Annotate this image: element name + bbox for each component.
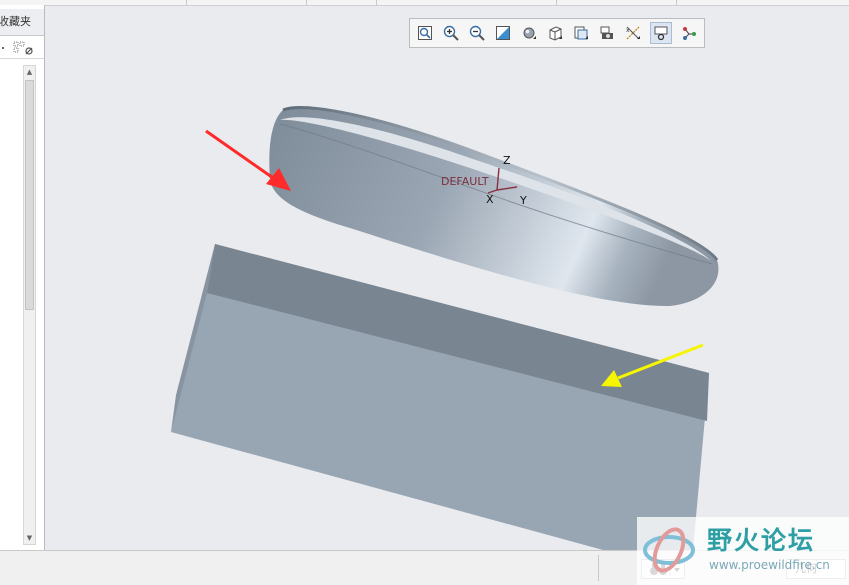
vertical-scrollbar[interactable]: ▲ ▼ [23, 65, 36, 545]
svg-text:x: x [626, 27, 630, 34]
scroll-down-icon[interactable]: ▼ [24, 532, 35, 544]
watermark-url: www.proewildfire.cn [709, 558, 830, 572]
annotation-display-icon[interactable] [650, 22, 672, 44]
watermark-title: 野火论坛 [707, 526, 816, 555]
zoom-in-icon[interactable] [440, 22, 462, 44]
view-manager-icon[interactable] [570, 22, 592, 44]
watermark-logo [643, 527, 695, 573]
panel-toolbar [0, 36, 44, 59]
datum-display-filters-icon[interactable]: x [622, 22, 644, 44]
model-canvas: DEFAULT Z X Y [171, 106, 719, 550]
spin-center-icon[interactable] [678, 22, 700, 44]
settings-icon[interactable] [0, 36, 44, 58]
forum-watermark: 野火论坛 www.proewildfire.cn [637, 517, 849, 585]
strip-divider [186, 0, 187, 5]
perspective-view-icon[interactable] [596, 22, 618, 44]
saved-orientations-icon[interactable] [544, 22, 566, 44]
display-style-icon[interactable] [518, 22, 540, 44]
repaint-icon[interactable] [492, 22, 514, 44]
refit-icon[interactable] [414, 22, 436, 44]
favorites-tab[interactable]: 收藏夹 [0, 9, 44, 36]
strip-divider [676, 0, 677, 5]
zoom-out-icon[interactable] [466, 22, 488, 44]
csys-axis-y: Y [519, 194, 527, 207]
status-divider [598, 555, 599, 581]
scroll-thumb[interactable] [25, 80, 34, 310]
view-toolbar: x [409, 18, 705, 48]
csys-axis-z: Z [503, 154, 511, 167]
csys-label: DEFAULT [441, 175, 489, 188]
graphics-viewport[interactable]: DEFAULT Z X Y x [45, 6, 849, 550]
strip-divider [376, 0, 377, 5]
csys-axis-x: X [486, 193, 494, 206]
scroll-up-icon[interactable]: ▲ [24, 66, 35, 78]
strip-divider [306, 0, 307, 5]
strip-divider [556, 0, 557, 5]
navigator-panel: 收藏夹 ▲ ▼ [0, 5, 45, 550]
